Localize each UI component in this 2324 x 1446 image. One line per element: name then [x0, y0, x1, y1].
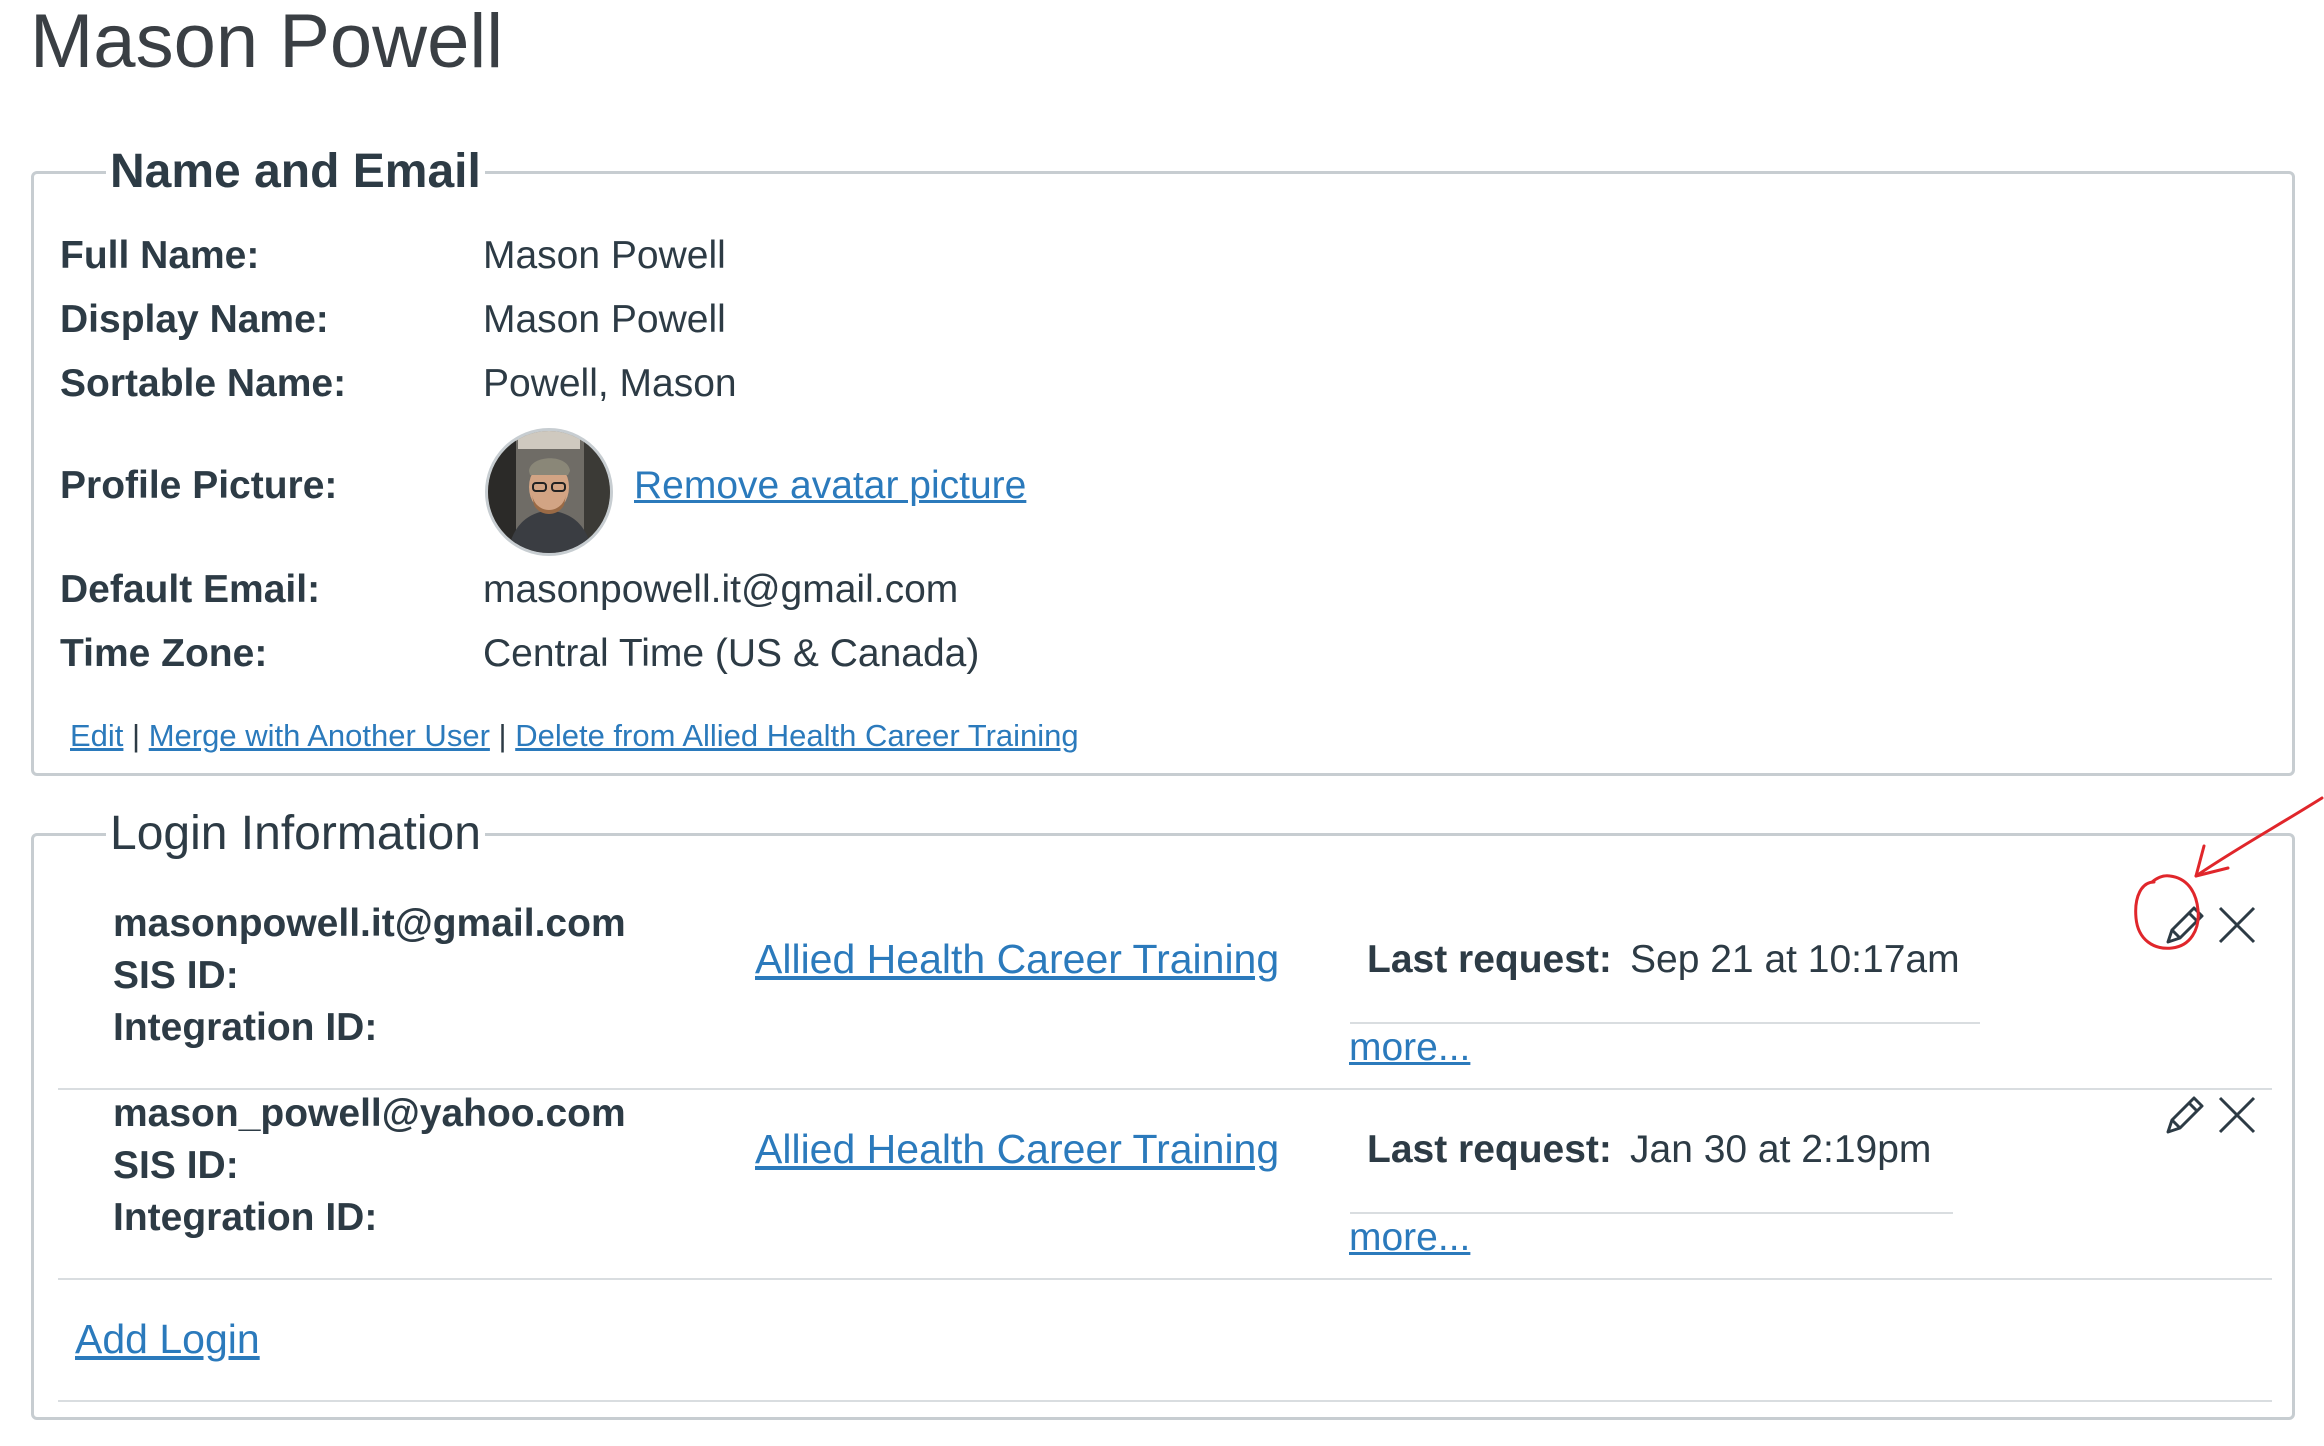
profile-picture-label: Profile Picture: [60, 464, 338, 507]
full-name-value: Mason Powell [483, 234, 726, 277]
row-divider [58, 1088, 2272, 1090]
sortable-name-value: Powell, Mason [483, 362, 737, 405]
separator: | [498, 718, 507, 753]
avatar-photo-image [488, 431, 610, 553]
name-and-email-legend: Name and Email [110, 145, 481, 198]
edit-link[interactable]: Edit [70, 718, 123, 753]
add-login-link[interactable]: Add Login [75, 1316, 260, 1363]
page-title: Mason Powell [30, 0, 504, 84]
close-icon[interactable] [2212, 1090, 2262, 1140]
default-email-label: Default Email: [60, 568, 321, 611]
delete-user-link[interactable]: Delete from Allied Health Career Trainin… [515, 718, 1078, 753]
integration-id-label: Integration ID: [113, 1006, 378, 1049]
user-actions-bar: Edit | Merge with Another User | Delete … [70, 718, 1079, 754]
more-link[interactable]: more... [1349, 1026, 1470, 1070]
default-email-value: masonpowell.it@gmail.com [483, 568, 959, 611]
sis-id-label: SIS ID: [113, 1144, 239, 1187]
login-name: masonpowell.it@gmail.com [113, 902, 626, 945]
avatar [485, 428, 613, 556]
full-name-label: Full Name: [60, 234, 260, 277]
name-and-email-panel: Name and Email [31, 148, 2295, 776]
row-divider [58, 1400, 2272, 1402]
sis-id-label: SIS ID: [113, 954, 239, 997]
account-link[interactable]: Allied Health Career Training [755, 936, 1279, 983]
last-request-value: Sep 21 at 10:17am [1630, 938, 1960, 981]
last-request-label: Last request: [1367, 1128, 1612, 1171]
details-divider [1350, 1212, 1953, 1214]
row-divider [58, 1278, 2272, 1280]
more-link[interactable]: more... [1349, 1216, 1470, 1260]
sortable-name-label: Sortable Name: [60, 362, 347, 405]
pencil-icon[interactable] [2160, 1090, 2210, 1140]
login-name: mason_powell@yahoo.com [113, 1092, 626, 1135]
display-name-value: Mason Powell [483, 298, 726, 341]
integration-id-label: Integration ID: [113, 1196, 378, 1239]
time-zone-label: Time Zone: [60, 632, 268, 675]
display-name-label: Display Name: [60, 298, 329, 341]
last-request-value: Jan 30 at 2:19pm [1630, 1128, 1932, 1171]
account-link[interactable]: Allied Health Career Training [755, 1126, 1279, 1173]
annotation-circle-arrow-icon [2134, 796, 2324, 950]
time-zone-value: Central Time (US & Canada) [483, 632, 980, 675]
login-information-legend: Login Information [110, 807, 481, 860]
merge-user-link[interactable]: Merge with Another User [149, 718, 490, 753]
separator: | [132, 718, 141, 753]
last-request-label: Last request: [1367, 938, 1612, 981]
details-divider [1350, 1022, 1980, 1024]
remove-avatar-link[interactable]: Remove avatar picture [634, 464, 1026, 508]
